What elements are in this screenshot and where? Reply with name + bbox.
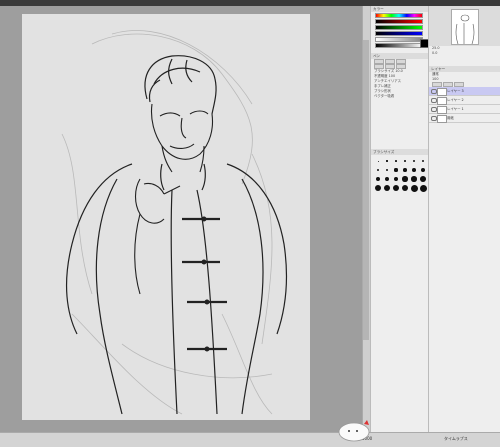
brush-size-dot — [392, 184, 400, 192]
scrollbar-thumb[interactable] — [363, 40, 369, 340]
layer-thumbnail — [437, 88, 447, 96]
tool-property-title: ペン — [373, 54, 381, 58]
left-panel-column: カラー ペン ブラシサイズ 10.0 不透明度 100 アンチエイリアス 手ブレ… — [370, 6, 429, 432]
brush-size-option[interactable] — [374, 184, 382, 192]
brush-size-option[interactable] — [410, 175, 418, 183]
layer-opacity-value[interactable]: 100 — [432, 77, 438, 81]
opacity-value[interactable]: 100 — [389, 74, 395, 78]
brush-size-dot — [377, 160, 379, 162]
brush-size-dot — [374, 184, 382, 192]
red-slider[interactable] — [375, 19, 423, 24]
color-panel-tabs[interactable]: カラー — [371, 6, 429, 12]
brush-size-dot — [419, 184, 427, 192]
brush-size-grid — [371, 155, 429, 194]
layer-thumbnail — [437, 106, 447, 114]
layer-item[interactable]: レイヤー 2 — [429, 96, 500, 105]
brush-size-dot — [412, 159, 416, 163]
brush-size-dot — [401, 184, 409, 192]
brush-size-dot — [421, 159, 425, 163]
brush-size-label: ブラシサイズ — [374, 69, 395, 73]
brush-size-option[interactable] — [392, 184, 400, 192]
layer-thumbnail — [437, 115, 447, 123]
hue-slider[interactable] — [375, 13, 423, 18]
brush-size-option[interactable] — [410, 184, 418, 192]
status-right-text[interactable]: タイムラプス — [444, 436, 468, 442]
brush-size-option[interactable] — [419, 175, 427, 183]
brush-size-option[interactable] — [401, 184, 409, 192]
brush-size-dot — [410, 184, 418, 192]
brush-size-option[interactable] — [392, 175, 400, 183]
brush-size-dot — [394, 168, 398, 172]
layer-panel-title: レイヤー — [431, 67, 446, 71]
brush-size-dot — [386, 160, 388, 162]
navigator-preview[interactable] — [451, 9, 479, 45]
green-slider[interactable] — [375, 25, 423, 30]
brush-size-dot — [375, 176, 381, 182]
brush-size-dot — [384, 176, 390, 182]
brush-size-dot — [420, 176, 426, 182]
brush-size-option[interactable] — [419, 184, 427, 192]
layer-name: 用紙 — [447, 116, 454, 120]
brush-size-option[interactable] — [410, 157, 418, 165]
brush-size-dot — [376, 168, 380, 172]
brush-size-option[interactable] — [401, 157, 409, 165]
brush-size-dot — [404, 160, 406, 162]
opacity-label: 不透明度 — [374, 74, 388, 78]
brush-size-option[interactable] — [419, 157, 427, 165]
brush-size-option[interactable] — [410, 166, 418, 174]
brush-size-dot — [385, 168, 389, 172]
layer-name: レイヤー 1 — [447, 107, 464, 111]
brush-size-option[interactable] — [383, 157, 391, 165]
canvas-paper[interactable] — [22, 14, 310, 420]
vector-snap-label: ベクター吸着 — [374, 94, 395, 98]
brush-size-option[interactable] — [374, 175, 382, 183]
brush-size-option[interactable] — [419, 166, 427, 174]
brush-size-dot — [402, 176, 408, 182]
blue-slider[interactable] — [375, 31, 423, 36]
brush-size-dot — [403, 168, 407, 172]
layer-name: レイヤー 3 — [447, 89, 464, 93]
stabilization-label: 手ブレ補正 — [374, 84, 391, 88]
navigator-thumbnail — [455, 14, 475, 45]
brush-size-dot — [420, 167, 426, 173]
brush-size-option[interactable] — [383, 184, 391, 192]
brush-size-option[interactable] — [383, 175, 391, 183]
brush-size-dot — [383, 184, 391, 192]
brush-size-option[interactable] — [392, 166, 400, 174]
navigator-panel — [429, 6, 500, 46]
layer-item[interactable]: 用紙 — [429, 114, 500, 123]
layer-name: レイヤー 2 — [447, 98, 464, 102]
brush-size-dot — [412, 168, 416, 172]
layer-item[interactable]: レイヤー 3 — [429, 87, 500, 96]
sketch-illustration — [61, 30, 288, 415]
layer-thumbnail — [437, 97, 447, 105]
brush-size-option[interactable] — [392, 157, 400, 165]
brush-size-option[interactable] — [374, 157, 382, 165]
brush-size-dot — [395, 160, 397, 162]
value-slider[interactable] — [375, 43, 423, 48]
anti-alias-label: アンチエイリアス — [374, 79, 401, 83]
blend-mode-value[interactable]: 通常 — [432, 72, 439, 76]
brush-size-option[interactable] — [383, 166, 391, 174]
color-slider-panel — [371, 13, 429, 53]
layer-item[interactable]: レイヤー 1 — [429, 105, 500, 114]
brush-size-dot — [411, 176, 417, 182]
mascot-cat-icon — [336, 414, 372, 442]
brush-size-option[interactable] — [374, 166, 382, 174]
layer-list: レイヤー 3 レイヤー 2 レイヤー 1 用紙 — [429, 87, 500, 123]
zoom-value[interactable]: 25.0 — [432, 46, 440, 50]
saturation-slider[interactable] — [375, 37, 423, 42]
tab-color[interactable]: カラー — [373, 7, 384, 11]
brush-size-option[interactable] — [401, 166, 409, 174]
brush-size-value[interactable]: 10.0 — [395, 69, 403, 73]
right-panel-column: 25.0 0.0 レイヤー 通常 100 レイヤー 3 レイヤー 2 レイヤー … — [428, 6, 500, 432]
brush-shape-label: ブラシ形状 — [374, 89, 391, 93]
angle-value[interactable]: 0.0 — [432, 51, 437, 55]
status-bar: 1000 タイムラプス — [0, 432, 500, 447]
brush-size-dot — [393, 176, 399, 182]
brush-size-option[interactable] — [401, 175, 409, 183]
brush-size-panel-title: ブラシサイズ — [373, 150, 395, 154]
